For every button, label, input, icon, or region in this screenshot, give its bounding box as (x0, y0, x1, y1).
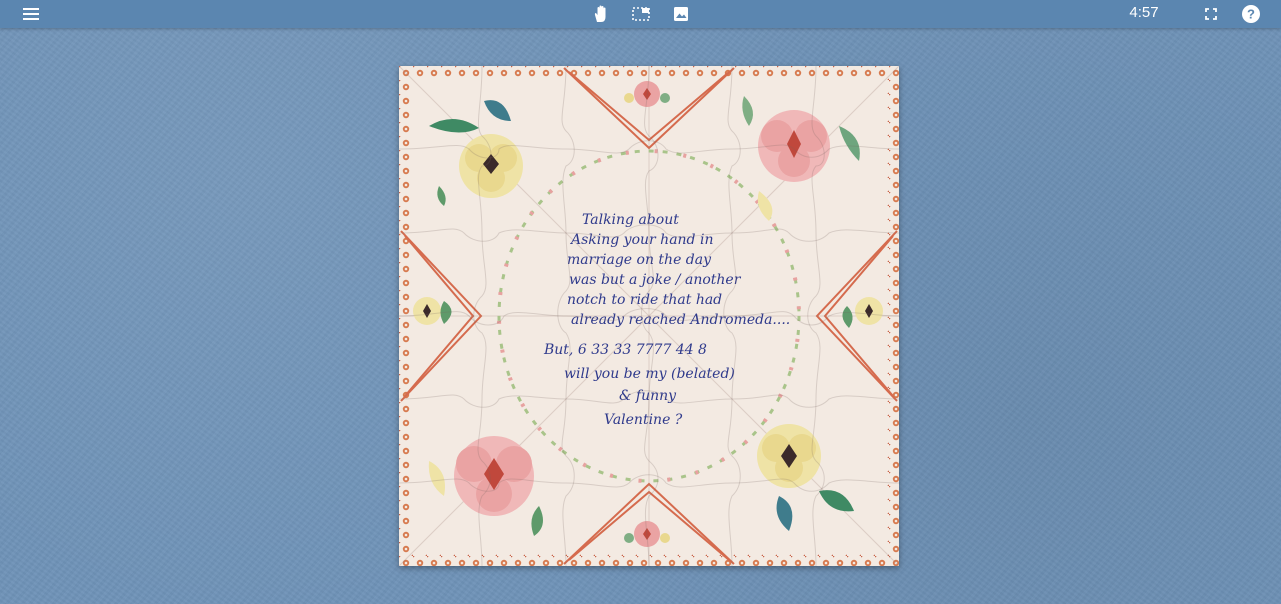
image-icon[interactable] (670, 3, 692, 25)
help-icon[interactable]: ? (1240, 3, 1262, 25)
timer: 4:57 (1129, 4, 1159, 21)
message-line-8: will you be my (belated) (564, 366, 735, 382)
hand-icon[interactable] (590, 3, 612, 25)
svg-text:?: ? (1247, 7, 1255, 22)
puzzle-board[interactable]: Talking about Asking your hand in marria… (399, 66, 899, 566)
message-line-7: But, 6 33 33 7777 44 8 (543, 342, 707, 358)
puzzle-app: 4:57 ? Talking about Asking your hand in… (0, 0, 1281, 604)
message-line-10: Valentine ? (604, 412, 683, 428)
message-line-3: marriage on the day (567, 252, 712, 268)
message-line-1: Talking about (582, 212, 679, 228)
dashed-frame-icon[interactable] (630, 3, 652, 25)
message-line-5: notch to ride that had (567, 292, 722, 308)
puzzle-image: Talking about Asking your hand in marria… (399, 66, 899, 566)
message-line-4: was but a joke / another (569, 272, 742, 288)
fullscreen-icon[interactable] (1200, 3, 1222, 25)
hamburger-menu-icon[interactable] (20, 3, 42, 25)
top-toolbar: 4:57 ? (0, 0, 1281, 28)
